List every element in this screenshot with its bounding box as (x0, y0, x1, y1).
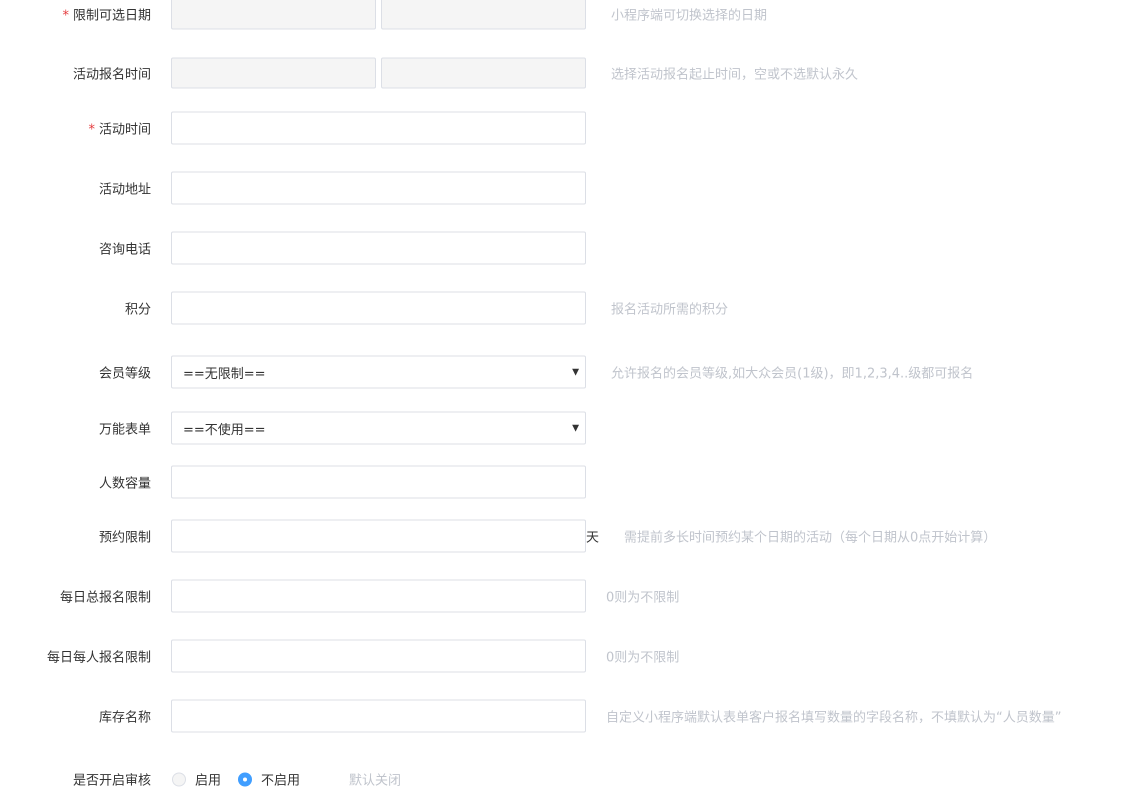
form-row-daily-total-limit: 每日总报名限制 0则为不限制 (0, 576, 1145, 616)
booking-limit-input[interactable] (171, 519, 586, 553)
phone-input[interactable] (171, 231, 586, 265)
member-level-label: 会员等级 (98, 366, 151, 382)
member-level-selected-value: ==无限制== (183, 366, 266, 382)
selectable-dates-hint: 小程序端可切换选择的日期 (611, 8, 768, 24)
form-row-activity-time: * 活动时间 (0, 108, 1145, 148)
audit-label: 是否开启审核 (72, 773, 151, 789)
form-row-address: 活动地址 (0, 168, 1145, 208)
points-label: 积分 (124, 302, 151, 318)
activity-time-input[interactable] (171, 111, 586, 145)
universal-form-label: 万能表单 (98, 422, 151, 438)
daily-total-limit-label: 每日总报名限制 (59, 590, 151, 606)
booking-limit-label: 预约限制 (98, 530, 151, 546)
stock-name-label: 库存名称 (98, 710, 151, 726)
form-row-booking-limit: 预约限制 天 需提前多长时间预约某个日期的活动（每个日期从0点开始计算） (0, 516, 1145, 556)
audit-enable-label[interactable]: 启用 (195, 770, 221, 789)
member-level-select[interactable]: ==无限制== ▼ (171, 355, 586, 389)
capacity-input[interactable] (171, 465, 586, 499)
activity-time-label: * 活动时间 (88, 122, 151, 138)
member-level-hint: 允许报名的会员等级,如大众会员(1级)，即1,2,3,4..级都可报名 (611, 366, 974, 382)
form-row-capacity: 人数容量 (0, 462, 1145, 502)
audit-disable-radio[interactable] (238, 772, 253, 786)
address-input[interactable] (171, 171, 586, 205)
form-row-audit: 是否开启审核 启用 不启用 默认关闭 (0, 759, 1145, 799)
audit-radio-group: 启用 不启用 (172, 770, 317, 789)
signup-time-label: 活动报名时间 (72, 67, 151, 83)
caret-down-icon: ▼ (572, 367, 579, 377)
stock-name-input[interactable] (171, 699, 586, 733)
points-input[interactable] (171, 291, 586, 325)
daily-total-limit-hint: 0则为不限制 (606, 590, 680, 606)
capacity-label: 人数容量 (98, 476, 151, 492)
daily-total-limit-input[interactable] (171, 579, 586, 613)
daily-person-limit-hint: 0则为不限制 (606, 650, 680, 666)
form-row-member-level: 会员等级 ==无限制== ▼ 允许报名的会员等级,如大众会员(1级)，即1,2,… (0, 352, 1145, 392)
audit-hint: 默认关闭 (349, 773, 402, 789)
selectable-dates-start-input[interactable] (171, 0, 376, 30)
caret-down-icon: ▼ (572, 423, 579, 433)
form-row-points: 积分 报名活动所需的积分 (0, 288, 1145, 328)
form-row-selectable-dates: * 限制可选日期 小程序端可切换选择的日期 (0, 0, 1145, 34)
stock-name-hint: 自定义小程序端默认表单客户报名填写数量的字段名称，不填默认为“人员数量” (606, 710, 1062, 726)
signup-time-start-input[interactable] (171, 57, 376, 89)
booking-limit-unit: 天 (586, 530, 600, 546)
points-hint: 报名活动所需的积分 (611, 302, 729, 318)
audit-enable-radio[interactable] (172, 772, 186, 786)
form-row-signup-time: 活动报名时间 选择活动报名起止时间，空或不选默认永久 (0, 53, 1145, 93)
phone-label: 咨询电话 (98, 242, 151, 258)
booking-limit-hint: 需提前多长时间预约某个日期的活动（每个日期从0点开始计算） (624, 530, 997, 546)
universal-form-selected-value: ==不使用== (183, 422, 266, 438)
daily-person-limit-label: 每日每人报名限制 (46, 650, 151, 666)
address-label: 活动地址 (98, 182, 151, 198)
form-row-phone: 咨询电话 (0, 228, 1145, 268)
signup-time-hint: 选择活动报名起止时间，空或不选默认永久 (611, 67, 859, 83)
selectable-dates-label: * 限制可选日期 (62, 8, 151, 24)
form-row-universal-form: 万能表单 ==不使用== ▼ (0, 408, 1145, 448)
audit-disable-label[interactable]: 不启用 (261, 770, 300, 789)
daily-person-limit-input[interactable] (171, 639, 586, 673)
signup-time-end-input[interactable] (381, 57, 586, 89)
universal-form-select[interactable]: ==不使用== ▼ (171, 411, 586, 445)
selectable-dates-end-input[interactable] (381, 0, 586, 30)
form-row-stock-name: 库存名称 自定义小程序端默认表单客户报名填写数量的字段名称，不填默认为“人员数量… (0, 696, 1145, 736)
form-row-daily-person-limit: 每日每人报名限制 0则为不限制 (0, 636, 1145, 676)
